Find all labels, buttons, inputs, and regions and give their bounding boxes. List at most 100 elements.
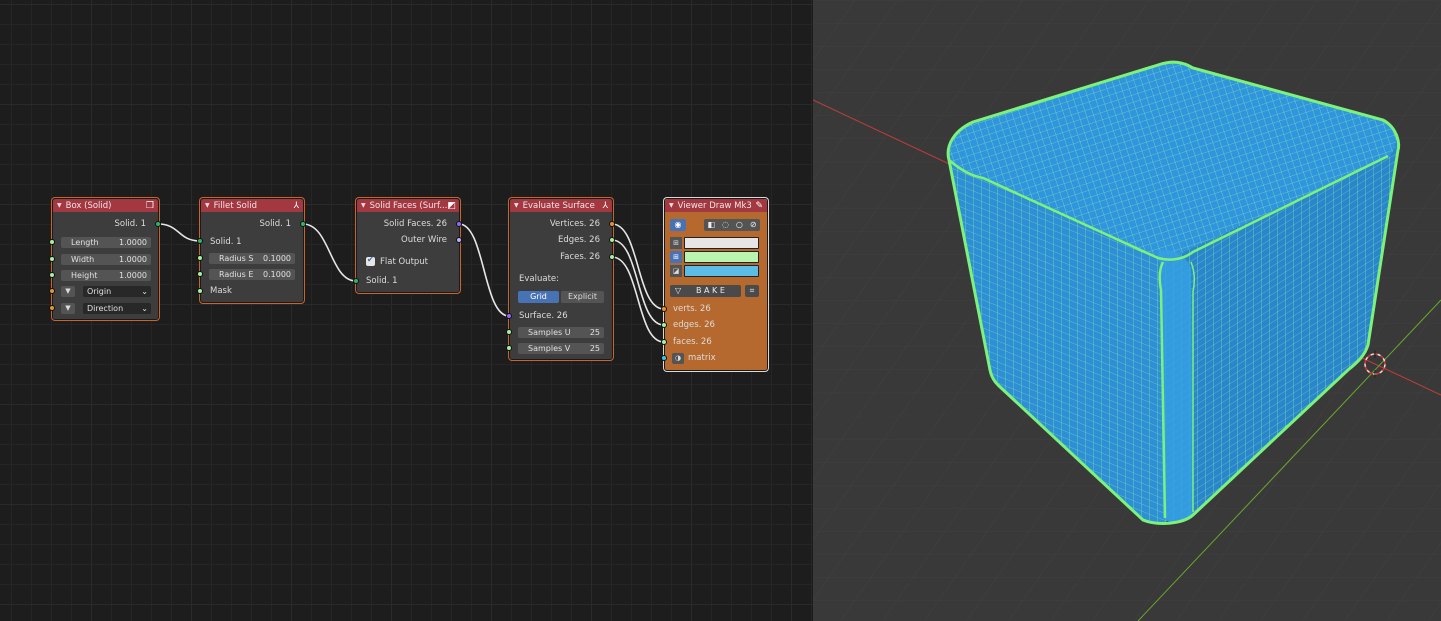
output-label: Outer Wire (401, 235, 447, 245)
grid-mode-button[interactable]: Grid (518, 291, 559, 303)
socket-matrix-in[interactable] (661, 355, 667, 361)
bake-triangle-icon: ▽ (675, 286, 682, 295)
fillet-solid-node[interactable]: ▼ Fillet Solid ⅄ Solid. 1 Solid. 1 Radiu… (200, 198, 304, 303)
socket-box-width[interactable] (49, 256, 55, 262)
socket-fillet-radius-e[interactable] (197, 271, 203, 277)
socket-faces-in[interactable] (661, 339, 667, 345)
face-color-icon[interactable]: ◪ (670, 265, 682, 277)
input-label: Solid. 1 (210, 237, 242, 247)
length-field[interactable]: Length 1.0000 (61, 237, 151, 248)
socket-samples-v[interactable] (506, 345, 512, 351)
samples-v-field[interactable]: Samples V 25 (518, 343, 604, 354)
socket-box-solid-out[interactable] (155, 221, 161, 227)
radius-end-field[interactable]: Radius E 0.1000 (209, 269, 295, 280)
field-value: 25 (589, 328, 600, 337)
solid-faces-node[interactable]: ▼ Solid Faces (Surf... ◩ Solid Faces. 26… (356, 198, 460, 293)
cube-display-icon[interactable]: ◧ (707, 219, 715, 231)
sphere-display-icon[interactable]: ○ (736, 219, 743, 231)
input-label: edges. 26 (673, 320, 715, 330)
surface-icon: ◩ (447, 200, 456, 211)
input-label: faces. 26 (673, 337, 712, 347)
wire-faces (611, 256, 665, 343)
direction-dropdown[interactable]: Direction ⌄ (83, 303, 151, 314)
evaluate-surface-node[interactable]: ▼ Evaluate Surface ⅄ Vertices. 26 Edges.… (509, 198, 613, 360)
collapse-icon[interactable]: ▼ (205, 202, 210, 209)
field-label: Width (71, 255, 95, 264)
edge-color-swatch[interactable] (684, 251, 759, 263)
matrix-icon[interactable]: ◑ (672, 353, 684, 364)
node-title: Viewer Draw Mk3 (677, 200, 752, 211)
explicit-mode-button[interactable]: Explicit (561, 291, 604, 303)
input-label: Solid. 1 (366, 276, 398, 286)
socket-samples-u[interactable] (506, 329, 512, 335)
socket-outer-wire-out[interactable] (456, 237, 462, 243)
samples-u-field[interactable]: Samples U 25 (518, 327, 604, 338)
node-header[interactable]: ▼ Viewer Draw Mk3 ✎ (665, 199, 767, 212)
radius-start-field[interactable]: Radius S 0.1000 (209, 253, 295, 264)
socket-edges-in[interactable] (661, 322, 667, 328)
chevron-down-icon: ⌄ (141, 304, 148, 313)
socket-surface-in[interactable] (506, 313, 512, 319)
checkmark-icon: ✔ (367, 255, 374, 264)
node-header[interactable]: ▼ Box (Solid) ❒ (53, 199, 158, 212)
socket-faces-out[interactable] (609, 254, 615, 260)
focus-icon[interactable]: ⌗ (745, 285, 759, 297)
socket-box-height[interactable] (49, 272, 55, 278)
node-title: Evaluate Surface (522, 200, 595, 211)
flat-output-checkbox[interactable]: ✔ (366, 255, 375, 266)
vertex-color-swatch[interactable] (684, 237, 759, 249)
bake-button[interactable]: ▽ B A K E (670, 285, 741, 297)
output-label: Solid. 1 (259, 219, 291, 229)
origin-dropdown[interactable]: Origin ⌄ (83, 286, 151, 297)
socket-edges-out[interactable] (609, 237, 615, 243)
socket-verts-in[interactable] (661, 306, 667, 312)
vertex-display-icon[interactable]: ◌ (722, 219, 729, 231)
socket-fillet-solid-in[interactable] (197, 238, 203, 244)
direction-socket-toggle[interactable]: ▼ (61, 303, 75, 314)
field-value: 25 (589, 344, 600, 353)
node-editor[interactable]: ▼ Box (Solid) ❒ Solid. 1 Length 1.0000 W… (0, 0, 813, 621)
face-color-swatch[interactable] (684, 265, 759, 277)
input-label: verts. 26 (673, 304, 711, 314)
field-label: Length (71, 238, 99, 247)
eye-icon: ◉ (674, 220, 682, 229)
collapse-icon[interactable]: ▼ (669, 202, 674, 209)
origin-socket-toggle[interactable]: ▼ (61, 286, 75, 297)
field-value: 0.1000 (263, 270, 291, 279)
viewport-scene (813, 0, 1441, 621)
socket-faces-solid-in[interactable] (353, 278, 359, 284)
output-label: Edges. 26 (557, 235, 600, 245)
node-header[interactable]: ▼ Solid Faces (Surf... ◩ (357, 199, 459, 212)
socket-fillet-solid-out[interactable] (300, 221, 306, 227)
eye-toggle[interactable]: ◉ (670, 219, 686, 231)
checkbox-label: Flat Output (380, 257, 429, 267)
socket-faces-out[interactable] (456, 221, 462, 227)
socket-vertices-out[interactable] (609, 221, 615, 227)
socket-fillet-mask[interactable] (197, 288, 203, 294)
node-title: Solid Faces (Surf... (369, 200, 448, 211)
width-field[interactable]: Width 1.0000 (61, 254, 151, 265)
node-title: Box (Solid) (65, 200, 112, 211)
node-header[interactable]: ▼ Evaluate Surface ⅄ (510, 199, 612, 212)
link-display-icon[interactable]: ⊘ (750, 219, 757, 231)
output-label: Vertices. 26 (549, 219, 600, 229)
fillet-icon: ⅄ (293, 200, 300, 211)
3d-viewport[interactable] (813, 0, 1441, 621)
display-toggles: ◧ ◌ ○ ⊘ (704, 219, 760, 231)
mask-label: Mask (210, 286, 232, 296)
output-label: Faces. 26 (560, 252, 600, 262)
socket-fillet-radius-s[interactable] (197, 255, 203, 261)
box-solid-node[interactable]: ▼ Box (Solid) ❒ Solid. 1 Length 1.0000 W… (52, 198, 159, 320)
viewer-draw-node[interactable]: ▼ Viewer Draw Mk3 ✎ ◉ ◧ ◌ ○ ⊘ ⊞ ⊞ ◪ ▽ B … (664, 198, 768, 371)
vertex-color-icon[interactable]: ⊞ (670, 237, 682, 249)
collapse-icon[interactable]: ▼ (57, 202, 62, 209)
socket-box-origin[interactable] (49, 288, 55, 294)
socket-box-length[interactable] (49, 239, 55, 245)
edge-color-icon[interactable]: ⊞ (670, 251, 682, 263)
collapse-icon[interactable]: ▼ (514, 202, 519, 209)
collapse-icon[interactable]: ▼ (361, 202, 366, 209)
wire-fillet-faces (302, 223, 357, 282)
height-field[interactable]: Height 1.0000 (61, 270, 151, 281)
node-header[interactable]: ▼ Fillet Solid ⅄ (201, 199, 303, 212)
socket-box-direction[interactable] (49, 305, 55, 311)
